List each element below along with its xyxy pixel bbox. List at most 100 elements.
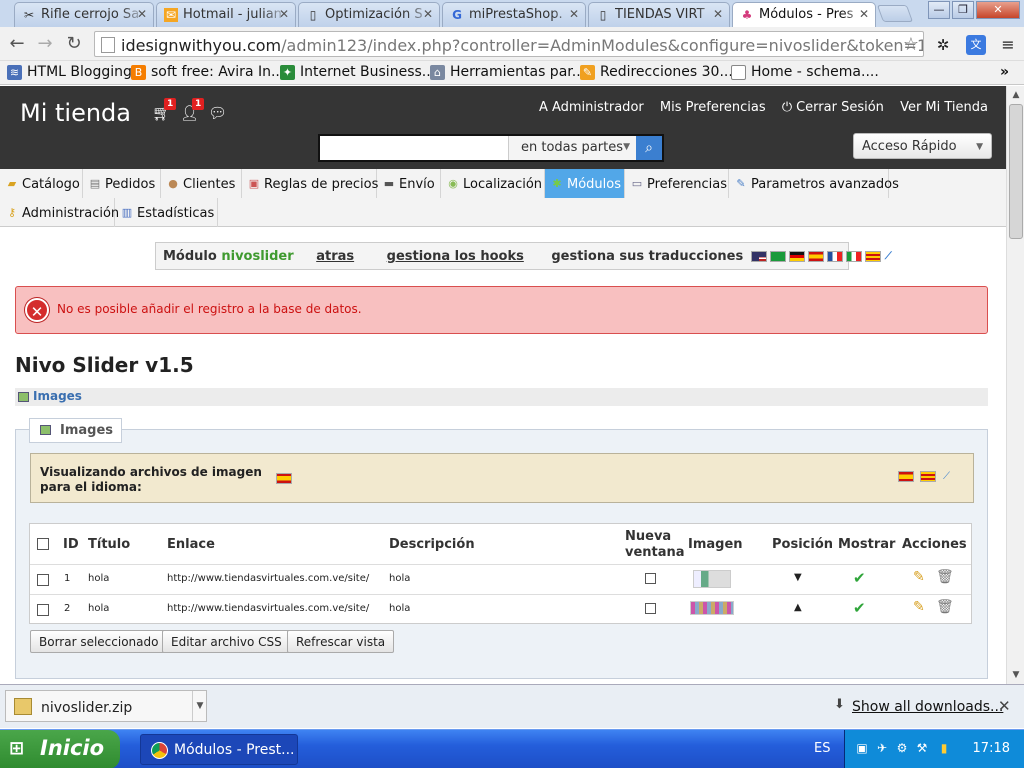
wand-icon[interactable]: ⟋ bbox=[942, 471, 958, 482]
delete-selected-button[interactable]: Borrar seleccionado bbox=[30, 630, 168, 653]
refresh-view-button[interactable]: Refrescar vista bbox=[287, 630, 395, 653]
show-all-downloads-link[interactable]: Show all downloads... bbox=[852, 699, 1003, 715]
back-icon[interactable]: ← bbox=[6, 33, 28, 55]
new-tab-button[interactable] bbox=[876, 5, 914, 22]
more-bookmarks-icon[interactable]: » bbox=[1000, 64, 1009, 80]
flag-fr-icon[interactable] bbox=[826, 251, 843, 262]
back-link[interactable]: atras bbox=[316, 249, 354, 264]
messages-icon[interactable]: 💬︎ bbox=[208, 104, 227, 122]
close-icon[interactable]: ✕ bbox=[569, 7, 579, 21]
bookmark-item[interactable]: ≋ HTML Blogging bbox=[7, 64, 132, 80]
wand-icon[interactable]: ⟋ bbox=[883, 251, 900, 262]
cart-icon[interactable]: 🛒︎ 1 bbox=[152, 98, 177, 122]
close-icon[interactable]: ✕ bbox=[137, 7, 147, 21]
edit-css-button[interactable]: Editar archivo CSS bbox=[162, 630, 291, 653]
menu-item-customers[interactable]: ● Clientes bbox=[161, 169, 242, 198]
scroll-down-icon[interactable]: ▼ bbox=[1008, 667, 1024, 683]
menu-item-administration[interactable]: ⚷ Administración bbox=[0, 198, 119, 227]
edit-icon[interactable]: ✎ bbox=[913, 569, 925, 585]
minimize-icon[interactable]: — bbox=[928, 1, 950, 19]
reload-icon[interactable]: ↻ bbox=[63, 33, 85, 55]
new-window-checkbox[interactable] bbox=[645, 573, 656, 584]
menu-item-catalog[interactable]: ▰ Catálogo bbox=[0, 169, 83, 198]
start-button[interactable]: ⊞ Inicio bbox=[0, 730, 120, 768]
tray-app-icon[interactable]: ✈ bbox=[875, 741, 889, 756]
slide-thumbnail[interactable] bbox=[693, 570, 731, 588]
page-scrollbar[interactable]: ▲ ▼ bbox=[1006, 86, 1024, 684]
menu-item-price-rules[interactable]: ▣ Reglas de precios bbox=[242, 169, 378, 198]
browser-tab[interactable]: ▯ Optimización S ✕ bbox=[298, 2, 440, 27]
flag-ca-icon[interactable] bbox=[864, 251, 881, 262]
taskbar-window-button[interactable]: Módulos - Prest... bbox=[140, 734, 298, 765]
browser-tab[interactable]: G miPrestaShop. ✕ bbox=[442, 2, 586, 27]
logout-link[interactable]: Cerrar Sesión bbox=[796, 100, 884, 115]
shop-name[interactable]: Mi tienda bbox=[20, 99, 131, 127]
scroll-thumb[interactable] bbox=[1009, 104, 1023, 239]
delete-icon[interactable]: 🗑︎ bbox=[936, 599, 954, 615]
row-checkbox[interactable] bbox=[37, 604, 49, 616]
menu-item-preferences[interactable]: ▭ Preferencias bbox=[625, 169, 729, 198]
forward-icon[interactable]: → bbox=[34, 33, 56, 55]
browser-tab[interactable]: ▯ TIENDAS VIRT ✕ bbox=[588, 2, 730, 27]
menu-item-statistics[interactable]: ▥ Estadísticas bbox=[115, 198, 218, 227]
menu-item-shipping[interactable]: ▬ Envío bbox=[377, 169, 441, 198]
flag-es-icon[interactable] bbox=[807, 251, 824, 262]
delete-icon[interactable]: 🗑︎ bbox=[936, 569, 954, 585]
flag-br-icon[interactable] bbox=[769, 251, 786, 262]
enabled-check-icon[interactable]: ✔ bbox=[853, 599, 866, 617]
tray-app-icon[interactable]: ▮ bbox=[937, 741, 951, 756]
hooks-link[interactable]: gestiona los hooks bbox=[387, 249, 524, 264]
browser-tab[interactable]: ✉ Hotmail - julian ✕ bbox=[156, 2, 296, 27]
slide-thumbnail[interactable] bbox=[690, 601, 734, 615]
tray-app-icon[interactable]: ⚙ bbox=[895, 741, 909, 756]
close-icon[interactable]: ✕ bbox=[423, 7, 433, 21]
restore-icon[interactable]: ❐ bbox=[952, 1, 974, 19]
customers-icon[interactable]: 👤︎ 1 bbox=[180, 98, 205, 122]
close-icon[interactable]: ✕ bbox=[279, 7, 289, 21]
admin-user-link[interactable]: A Administrador bbox=[539, 100, 644, 115]
menu-item-modules[interactable]: ✱ Módulos bbox=[545, 169, 625, 198]
bookmark-item[interactable]: ✎ Redirecciones 30... bbox=[580, 64, 733, 80]
bookmark-item[interactable]: ⌂ Herramientas par... bbox=[430, 64, 585, 80]
quick-access-select[interactable]: Acceso Rápido ▼ bbox=[853, 133, 992, 159]
network-icon[interactable]: ▣ bbox=[855, 741, 869, 756]
search-scope-select[interactable]: en todas partes ▼ bbox=[508, 136, 638, 160]
section-toggle[interactable]: Images bbox=[15, 388, 988, 406]
close-icon[interactable]: ✕ bbox=[998, 697, 1011, 715]
bookmark-item[interactable]: ✦ Internet Business... bbox=[280, 64, 435, 80]
wrench-icon[interactable]: ≡ bbox=[998, 35, 1018, 55]
row-checkbox[interactable] bbox=[37, 574, 49, 586]
extension-icon[interactable]: ✲ bbox=[933, 35, 953, 55]
view-shop-link[interactable]: Ver Mi Tienda bbox=[900, 100, 988, 115]
menu-item-orders[interactable]: ▤ Pedidos bbox=[83, 169, 161, 198]
enabled-check-icon[interactable]: ✔ bbox=[853, 569, 866, 587]
browser-tab-active[interactable]: ♣ Módulos - Pres ✕ bbox=[732, 2, 876, 28]
browser-tab[interactable]: ✂ Rifle cerrojo Sa ✕ bbox=[14, 2, 154, 27]
close-icon[interactable]: ✕ bbox=[859, 7, 869, 21]
close-icon[interactable]: ✕ bbox=[713, 7, 723, 21]
move-up-icon[interactable]: ▲ bbox=[794, 602, 802, 613]
move-down-icon[interactable]: ▼ bbox=[794, 572, 802, 583]
flag-it-icon[interactable] bbox=[845, 251, 862, 262]
download-item[interactable]: nivoslider.zip ▼ bbox=[5, 690, 207, 722]
scroll-up-icon[interactable]: ▲ bbox=[1008, 87, 1024, 103]
language-indicator[interactable]: ES bbox=[814, 741, 830, 756]
star-icon[interactable]: ☆ bbox=[903, 34, 919, 55]
close-window-icon[interactable]: ✕ bbox=[976, 1, 1020, 19]
tray-app-icon[interactable]: ⚒ bbox=[915, 741, 929, 756]
flag-de-icon[interactable] bbox=[788, 251, 805, 262]
flag-es-icon[interactable] bbox=[898, 471, 914, 482]
address-bar[interactable]: idesignwithyou.com/admin123/index.php?co… bbox=[94, 31, 924, 57]
menu-item-localization[interactable]: ◉ Localización bbox=[441, 169, 545, 198]
edit-icon[interactable]: ✎ bbox=[913, 599, 925, 615]
flag-ca-icon[interactable] bbox=[920, 471, 936, 482]
clock[interactable]: 17:18 bbox=[973, 741, 1010, 756]
new-window-checkbox[interactable] bbox=[645, 603, 656, 614]
search-button[interactable]: ⌕ bbox=[636, 136, 662, 160]
bookmark-item[interactable]: Home - schema.... bbox=[731, 64, 879, 80]
select-all-checkbox[interactable] bbox=[37, 538, 49, 550]
translate-icon[interactable]: 文 bbox=[966, 35, 986, 55]
chevron-down-icon[interactable]: ▼ bbox=[192, 691, 207, 721]
bookmark-item[interactable]: Bsoft free: Avira In... bbox=[131, 64, 284, 80]
preferences-link[interactable]: Mis Preferencias bbox=[660, 100, 766, 115]
